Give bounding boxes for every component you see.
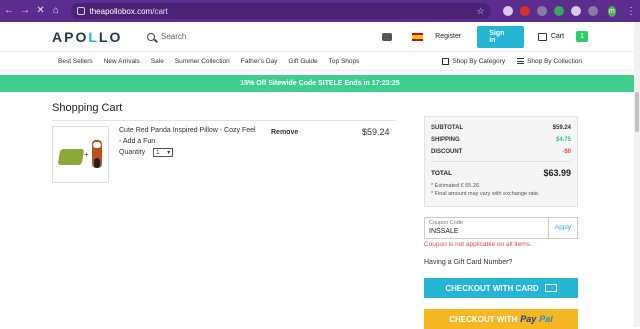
- shop-by-category-link[interactable]: Shop By Category: [442, 57, 506, 65]
- cart-link[interactable]: Cart 1: [537, 31, 588, 42]
- remove-button[interactable]: Remove: [271, 129, 298, 136]
- plus-icon: +: [84, 150, 89, 159]
- scrollbar-thumb[interactable]: [635, 92, 639, 132]
- shop-by-collection-label: Shop By Collection: [527, 57, 582, 65]
- estimated-note: * Estimated € 65.26.: [431, 183, 481, 189]
- cart-icon: [537, 32, 547, 41]
- paypal-logo-pay: Pay: [520, 314, 537, 324]
- quantity-value: 1: [156, 149, 160, 156]
- signin-button[interactable]: Sign in: [477, 25, 524, 48]
- bookmark-star-icon[interactable]: ☆: [476, 6, 484, 17]
- discount-value: -$0: [562, 149, 571, 155]
- promo-banner[interactable]: 15% Off Sitewide Code SITELE Ends in 17:…: [0, 75, 640, 92]
- nav-sale[interactable]: Sale: [151, 58, 164, 65]
- gift-card-link[interactable]: Having a Gift Card Number?: [424, 259, 512, 266]
- list-icon: [517, 58, 525, 64]
- pillow-graphic: [57, 149, 85, 165]
- camera-icon[interactable]: [381, 32, 392, 41]
- back-icon[interactable]: ←: [4, 5, 14, 17]
- checkout-paypal-button[interactable]: CHECKOUT WITH Pay Pal: [424, 309, 578, 329]
- sidebar-icon[interactable]: [587, 6, 598, 16]
- subtotal-row: SUBTOTAL $59.24: [431, 125, 571, 131]
- extension-icon[interactable]: [502, 6, 513, 16]
- profile-avatar[interactable]: m: [607, 5, 616, 17]
- extension-icon[interactable]: [553, 6, 564, 16]
- coupon-box: Coupon Code INSSALE Apply: [424, 217, 578, 239]
- total-row: TOTAL $63.99: [431, 168, 571, 178]
- stop-icon[interactable]: ✕: [36, 5, 45, 17]
- grid-icon: [442, 57, 450, 65]
- coupon-field[interactable]: Coupon Code INSSALE: [425, 218, 548, 238]
- page-scrollbar[interactable]: [634, 22, 640, 327]
- page-title: Shopping Cart: [52, 102, 123, 114]
- card-icon: [544, 284, 557, 292]
- shipping-value: $4.75: [555, 137, 571, 143]
- nav-new-arrivals[interactable]: New Arrivals: [104, 58, 140, 65]
- browser-toolbar: ← → ✕ ⌂ theapollobox.com/cart ☆ m ⋮: [0, 0, 640, 22]
- site-header: APOLLO Search Register Sign in Cart 1: [0, 22, 640, 52]
- product-name[interactable]: Cute Red Panda Inspired Pillow - Cozy Fe…: [119, 125, 259, 147]
- site-logo[interactable]: APOLLO: [52, 29, 149, 45]
- puzzle-icon[interactable]: [570, 6, 581, 16]
- shipping-label: SHIPPING: [431, 137, 460, 143]
- total-value: $63.99: [543, 168, 571, 178]
- divider: [52, 120, 396, 121]
- register-link[interactable]: Register: [435, 33, 461, 40]
- paypal-logo-pal: Pal: [539, 314, 553, 324]
- quantity-select[interactable]: 1 ▾: [153, 148, 174, 157]
- spain-flag-icon[interactable]: [411, 32, 424, 41]
- nav-fathers-day[interactable]: Father's Day: [241, 58, 278, 65]
- apply-coupon-button[interactable]: Apply: [548, 218, 577, 238]
- summary-divider: [431, 161, 571, 162]
- quantity-control: Quantity 1 ▾: [119, 148, 174, 157]
- url-text: theapollobox.com/cart: [90, 7, 168, 16]
- url-path: /cart: [152, 6, 168, 16]
- coupon-label: Coupon Code: [429, 220, 463, 226]
- cart-count-badge: 1: [576, 31, 588, 42]
- cart-label: Cart: [550, 33, 565, 40]
- nav-top-shops[interactable]: Top Shops: [329, 58, 360, 65]
- product-image-box[interactable]: +: [52, 126, 109, 183]
- discount-row: DISCOUNT -$0: [431, 149, 571, 155]
- item-price: $59.24: [362, 127, 390, 137]
- extensions: [502, 6, 598, 16]
- discount-label: DISCOUNT: [431, 149, 463, 155]
- extension-icon[interactable]: [519, 6, 530, 16]
- quantity-label: Quantity: [119, 149, 146, 156]
- checkout-card-button[interactable]: CHECKOUT WITH CARD: [424, 278, 578, 298]
- extension-icon[interactable]: [536, 6, 547, 16]
- search-input[interactable]: Search: [161, 32, 186, 41]
- url-domain: theapollobox.com: [89, 6, 153, 16]
- chevron-down-icon: ▾: [167, 150, 171, 156]
- site-info-icon[interactable]: [76, 7, 85, 15]
- subtotal-value: $59.24: [552, 125, 571, 131]
- total-label: TOTAL: [431, 169, 453, 177]
- coupon-error: Coupon is not applicable on all items.: [424, 241, 532, 248]
- search-bar[interactable]: Search: [147, 32, 380, 41]
- shipping-row: SHIPPING $4.75: [431, 137, 571, 143]
- forward-icon[interactable]: →: [20, 5, 30, 17]
- nav-summer-collection[interactable]: Summer Collection: [175, 58, 230, 65]
- nav-gift-guide[interactable]: Gift Guide: [288, 58, 317, 65]
- coupon-input[interactable]: INSSALE: [429, 228, 544, 235]
- menu-icon[interactable]: ⋮: [626, 6, 636, 17]
- exchange-note: * Final amount may vary with exchange ra…: [431, 191, 540, 197]
- nav-best-sellers[interactable]: Best Sellers: [58, 58, 93, 65]
- product-image[interactable]: +: [52, 126, 109, 183]
- search-icon: [147, 32, 155, 41]
- red-panda-graphic: [92, 140, 102, 168]
- shop-by-category-label: Shop By Category: [452, 57, 506, 65]
- order-summary: SUBTOTAL $59.24 SHIPPING $4.75 DISCOUNT -$0…: [424, 116, 578, 207]
- shop-by-collection-link[interactable]: Shop By Collection: [517, 58, 582, 65]
- checkout-paypal-label: CHECKOUT WITH: [449, 314, 518, 324]
- checkout-card-label: CHECKOUT WITH CARD: [445, 283, 539, 293]
- main-nav: Best Sellers New Arrivals Sale Summer Co…: [0, 52, 640, 71]
- home-icon[interactable]: ⌂: [51, 5, 60, 17]
- subtotal-label: SUBTOTAL: [431, 125, 464, 131]
- address-bar[interactable]: theapollobox.com/cart ☆: [70, 3, 491, 19]
